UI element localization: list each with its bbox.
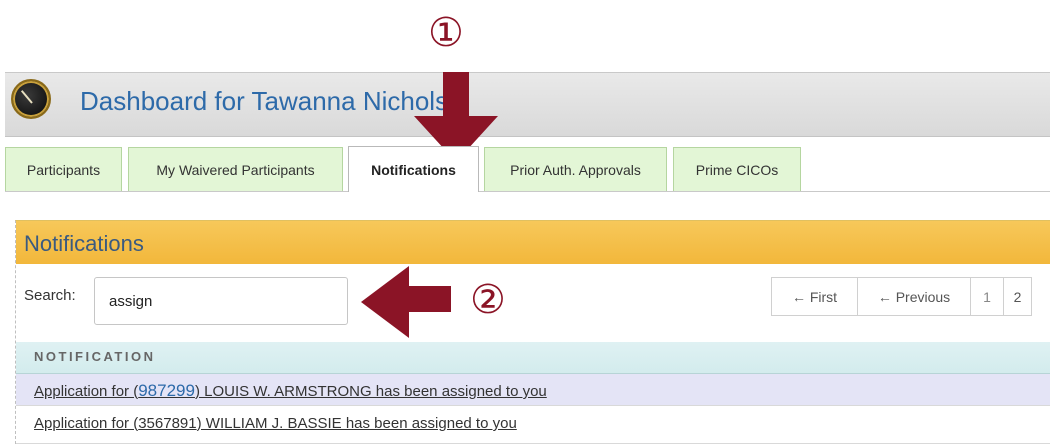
tab-my-waivered-participants[interactable]: My Waivered Participants <box>128 147 343 191</box>
table-row: Application for (3567891) WILLIAM J. BAS… <box>16 406 1050 444</box>
column-notification: NOTIFICATION <box>34 349 156 364</box>
step-marker-one: ① <box>428 10 464 56</box>
left-arrow-head-icon <box>361 266 409 338</box>
pagination: ← First ← Previous 1 2 <box>771 277 1032 316</box>
compass-logo-icon <box>11 79 51 119</box>
notification-link[interactable]: Application for (3567891) WILLIAM J. BAS… <box>34 415 517 432</box>
pager-page-2[interactable]: 2 <box>1003 277 1032 316</box>
pager-previous-button[interactable]: ← Previous <box>857 277 971 316</box>
page-title: Dashboard for Tawanna Nichols <box>80 86 449 116</box>
search-input[interactable] <box>94 277 348 325</box>
participant-id: 3567891 <box>138 415 197 432</box>
tab-prior-auth-approvals[interactable]: Prior Auth. Approvals <box>484 147 667 191</box>
pager-first-button[interactable]: ← First <box>771 277 858 316</box>
tab-notifications[interactable]: Notifications <box>348 146 479 192</box>
search-label: Search: <box>24 287 76 304</box>
notification-link[interactable]: Application for (987299) LOUIS W. ARMSTR… <box>34 381 547 401</box>
step-marker-two: ② <box>470 277 506 323</box>
tab-participants[interactable]: Participants <box>5 147 122 191</box>
left-arrow-icon <box>405 286 451 312</box>
notifications-header-bar <box>16 221 1050 264</box>
tabs-divider <box>5 191 1050 192</box>
table-row: Application for (987299) LOUIS W. ARMSTR… <box>16 374 1050 406</box>
tab-prime-cicos[interactable]: Prime CICOs <box>673 147 801 191</box>
pager-page-1[interactable]: 1 <box>970 277 1004 316</box>
notifications-title: Notifications <box>24 231 144 256</box>
participant-id: 987299 <box>138 381 195 400</box>
table-header <box>16 342 1050 374</box>
